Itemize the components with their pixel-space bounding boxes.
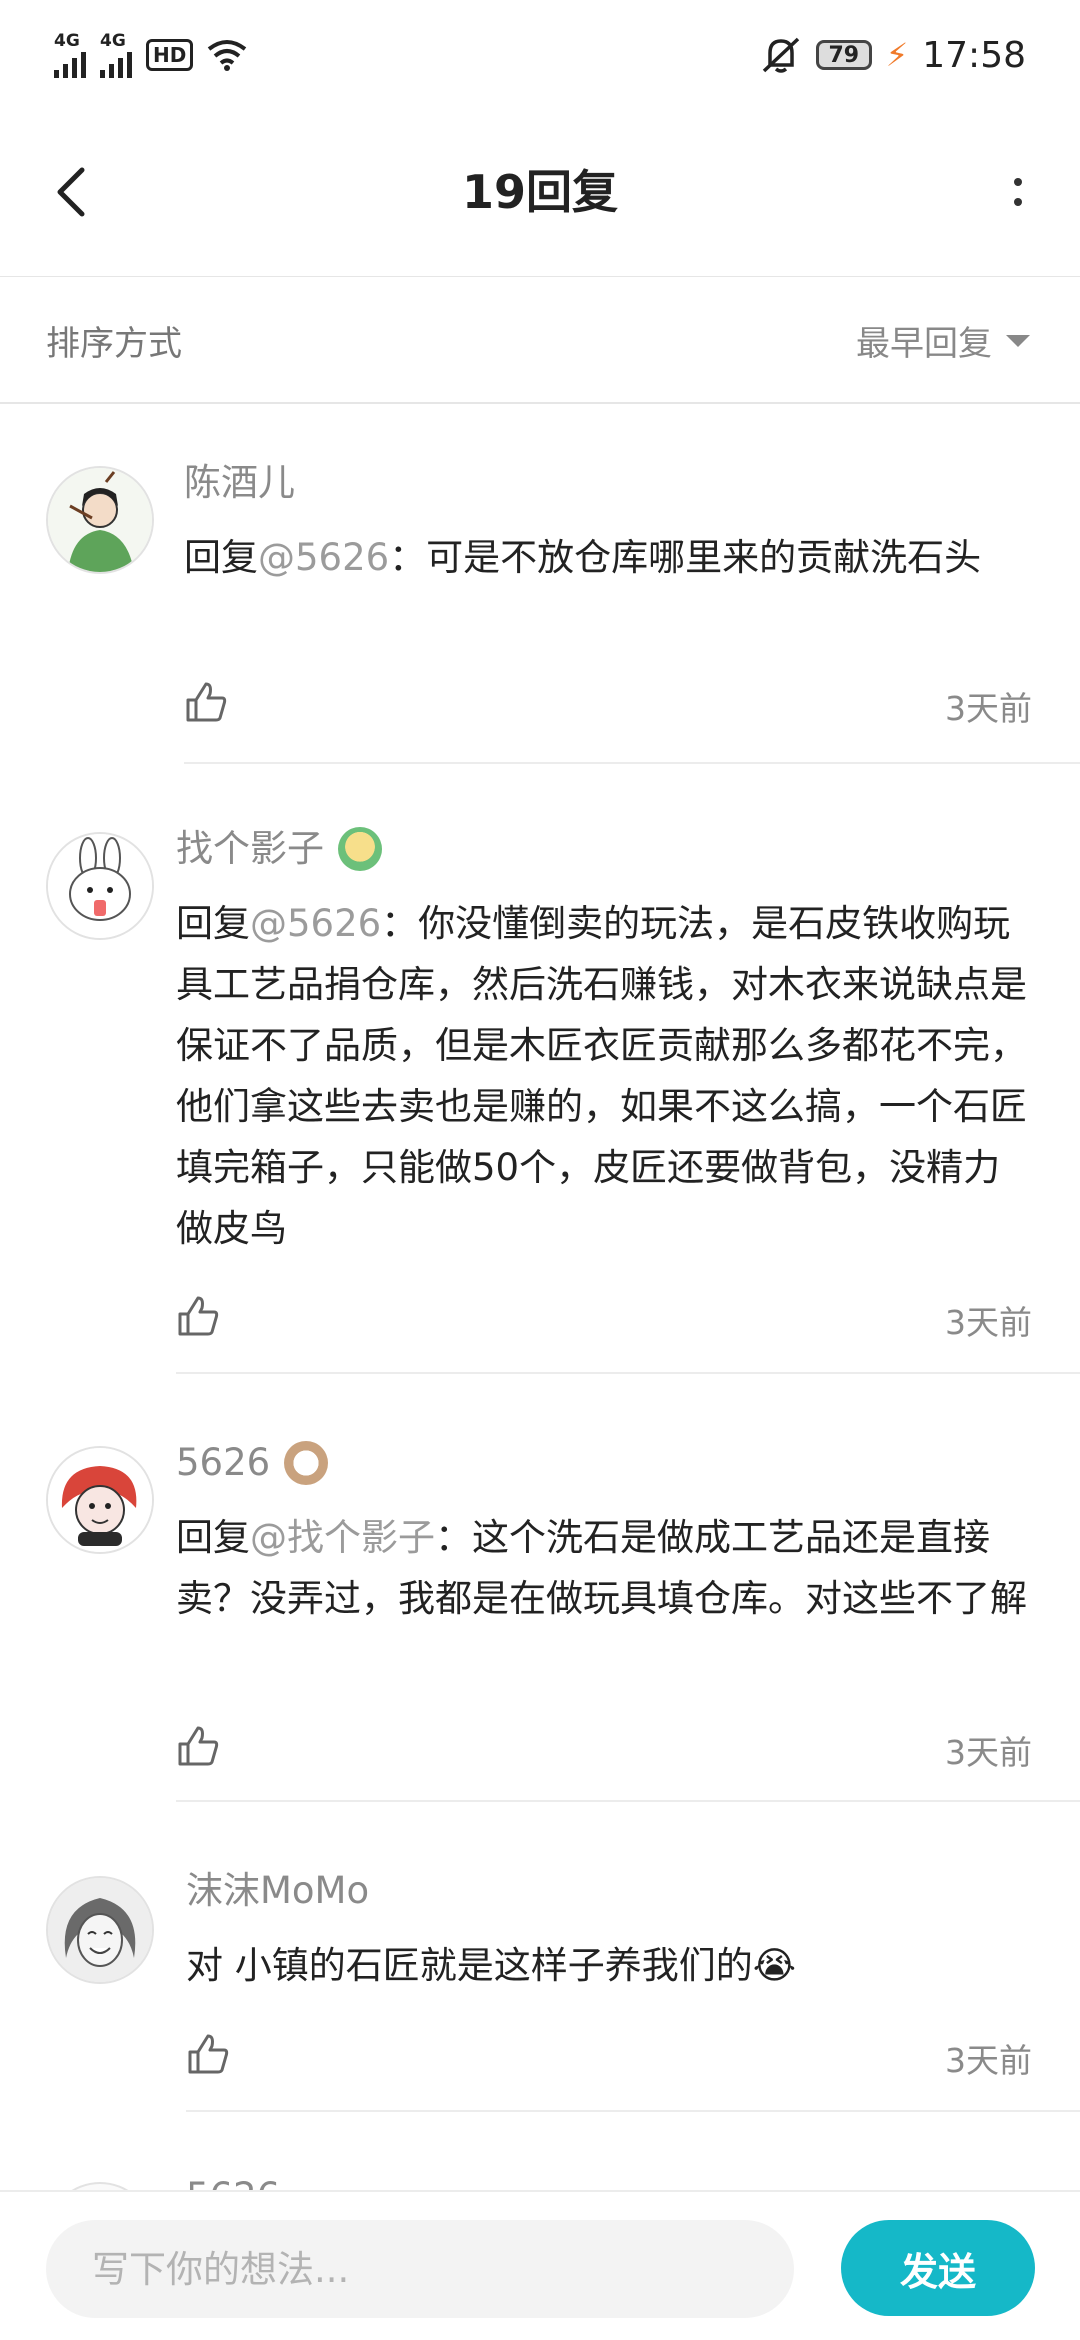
caret-down-icon <box>1006 334 1030 347</box>
comment-time: 3天前 <box>945 1733 1032 1772</box>
user-badge-icon <box>338 827 382 871</box>
avatar-illustration <box>48 1878 152 1982</box>
author-name: 5626 <box>186 2172 280 2190</box>
comment-item: 找个影子 回复@5626：你没懂倒卖的玩法，是石皮铁收购玩具工艺品捐仓库，然后洗… <box>0 766 1080 1378</box>
comment-time: 3天前 <box>945 689 1032 728</box>
status-right: 79 ⚡ 17:58 <box>760 35 1026 76</box>
comment-text: 对 小镇的石匠就是这样子养我们的😭 <box>186 1935 1036 1996</box>
clock: 17:58 <box>922 34 1026 76</box>
signal-2: 4G <box>100 30 132 78</box>
divider <box>186 2110 1080 2112</box>
mute-bell-icon <box>762 37 799 73</box>
comment-body: ：可是不放仓库哪里来的贡献洗石头 <box>389 536 982 579</box>
wifi-icon <box>208 40 247 71</box>
comment-text: 回复@5626：你没懂倒卖的玩法，是石皮铁收购玩具工艺品捐仓库，然后洗石赚钱，对… <box>176 893 1036 1259</box>
avatar[interactable] <box>46 1446 154 1554</box>
charging-icon: ⚡ <box>885 36 909 74</box>
divider <box>184 762 1080 764</box>
avatar-illustration <box>48 1448 152 1552</box>
more-options-button[interactable] <box>988 162 1048 222</box>
author-name: 陈酒儿 <box>184 461 295 504</box>
divider <box>176 1800 1080 1802</box>
comment-text: 回复@5626：可是不放仓库哪里来的贡献洗石头 <box>184 527 1036 588</box>
thumbs-up-icon[interactable] <box>176 1294 220 1338</box>
mention-link[interactable]: @5626 <box>258 536 389 579</box>
network-type-1: 4G <box>54 30 80 51</box>
divider <box>176 1372 1080 1374</box>
battery-indicator: 79 <box>815 40 872 70</box>
reply-input[interactable] <box>46 2220 794 2318</box>
signal-bars-icon <box>100 50 132 78</box>
sort-label: 排序方式 <box>46 324 182 364</box>
nav-header: 19回复 <box>0 110 1080 277</box>
send-button[interactable]: 发送 <box>841 2220 1035 2316</box>
comment-text: 回复@找个影子：这个洗石是做成工艺品还是直接卖？没弄过，我都是在做玩具填仓库。对… <box>176 1507 1036 1629</box>
avatar[interactable] <box>46 466 154 574</box>
reply-prefix: 回复 <box>176 1516 250 1559</box>
status-bar: 4G 4G HD 79 ⚡ 17:58 <box>0 0 1080 110</box>
hd-icon: HD <box>146 39 194 71</box>
comment-author[interactable]: 沫沫MoMo <box>186 1866 369 1916</box>
avatar[interactable] <box>46 832 154 940</box>
page-title: 19回复 <box>461 165 618 219</box>
signal-1: 4G <box>54 30 86 78</box>
avatar-illustration <box>48 834 152 938</box>
network-type-2: 4G <box>100 30 126 51</box>
comment-item: 陈酒儿 回复@5626：可是不放仓库哪里来的贡献洗石头 3天前 <box>0 404 1080 764</box>
sort-bar: 排序方式 最早回复 <box>0 276 1080 404</box>
comment-time: 3天前 <box>945 2041 1032 2080</box>
author-name: 5626 <box>176 1441 271 1484</box>
comment-item: 5626 回复@找个影子：这个洗石是做成工艺品还是直接卖？没弄过，我都是在做玩具… <box>0 1380 1080 1810</box>
reply-prefix: 回复 <box>184 536 258 579</box>
user-badge-icon <box>284 1441 329 1485</box>
status-left: 4G 4G HD <box>54 30 247 78</box>
comment-time: 3天前 <box>945 1303 1032 1342</box>
author-name: 找个影子 <box>176 827 324 870</box>
reply-prefix: 回复 <box>176 902 250 945</box>
comment-author[interactable]: 找个影子 <box>176 824 382 874</box>
mention-link[interactable]: @找个影子 <box>250 1516 435 1559</box>
comment-item: 5626 <box>0 2122 1080 2190</box>
avatar[interactable] <box>46 2182 154 2190</box>
comment-body: 对 小镇的石匠就是这样子养我们的😭 <box>186 1944 796 1987</box>
thumbs-up-icon[interactable] <box>184 680 228 724</box>
comment-body: ：你没懂倒卖的玩法，是石皮铁收购玩具工艺品捐仓库，然后洗石赚钱，对木衣来说缺点是… <box>176 902 1027 1250</box>
comment-author[interactable]: 5626 <box>186 2172 280 2190</box>
comment-item: 沫沫MoMo 对 小镇的石匠就是这样子养我们的😭 3天前 <box>0 1810 1080 2122</box>
sort-selected-value: 最早回复 <box>856 324 992 364</box>
thumbs-up-icon[interactable] <box>176 1724 220 1768</box>
thumbs-up-icon[interactable] <box>186 2032 230 2076</box>
sort-dropdown[interactable]: 最早回复 <box>856 316 1030 365</box>
author-name: 沫沫MoMo <box>186 1869 370 1912</box>
signal-bars-icon <box>54 50 86 78</box>
reply-composer: 发送 <box>0 2190 1080 2340</box>
avatar[interactable] <box>46 1876 154 1984</box>
comment-author[interactable]: 5626 <box>176 1438 329 1488</box>
mention-link[interactable]: @5626 <box>250 902 381 945</box>
avatar-illustration <box>48 468 152 572</box>
more-vertical-icon <box>1014 178 1022 206</box>
comment-author[interactable]: 陈酒儿 <box>184 458 295 508</box>
